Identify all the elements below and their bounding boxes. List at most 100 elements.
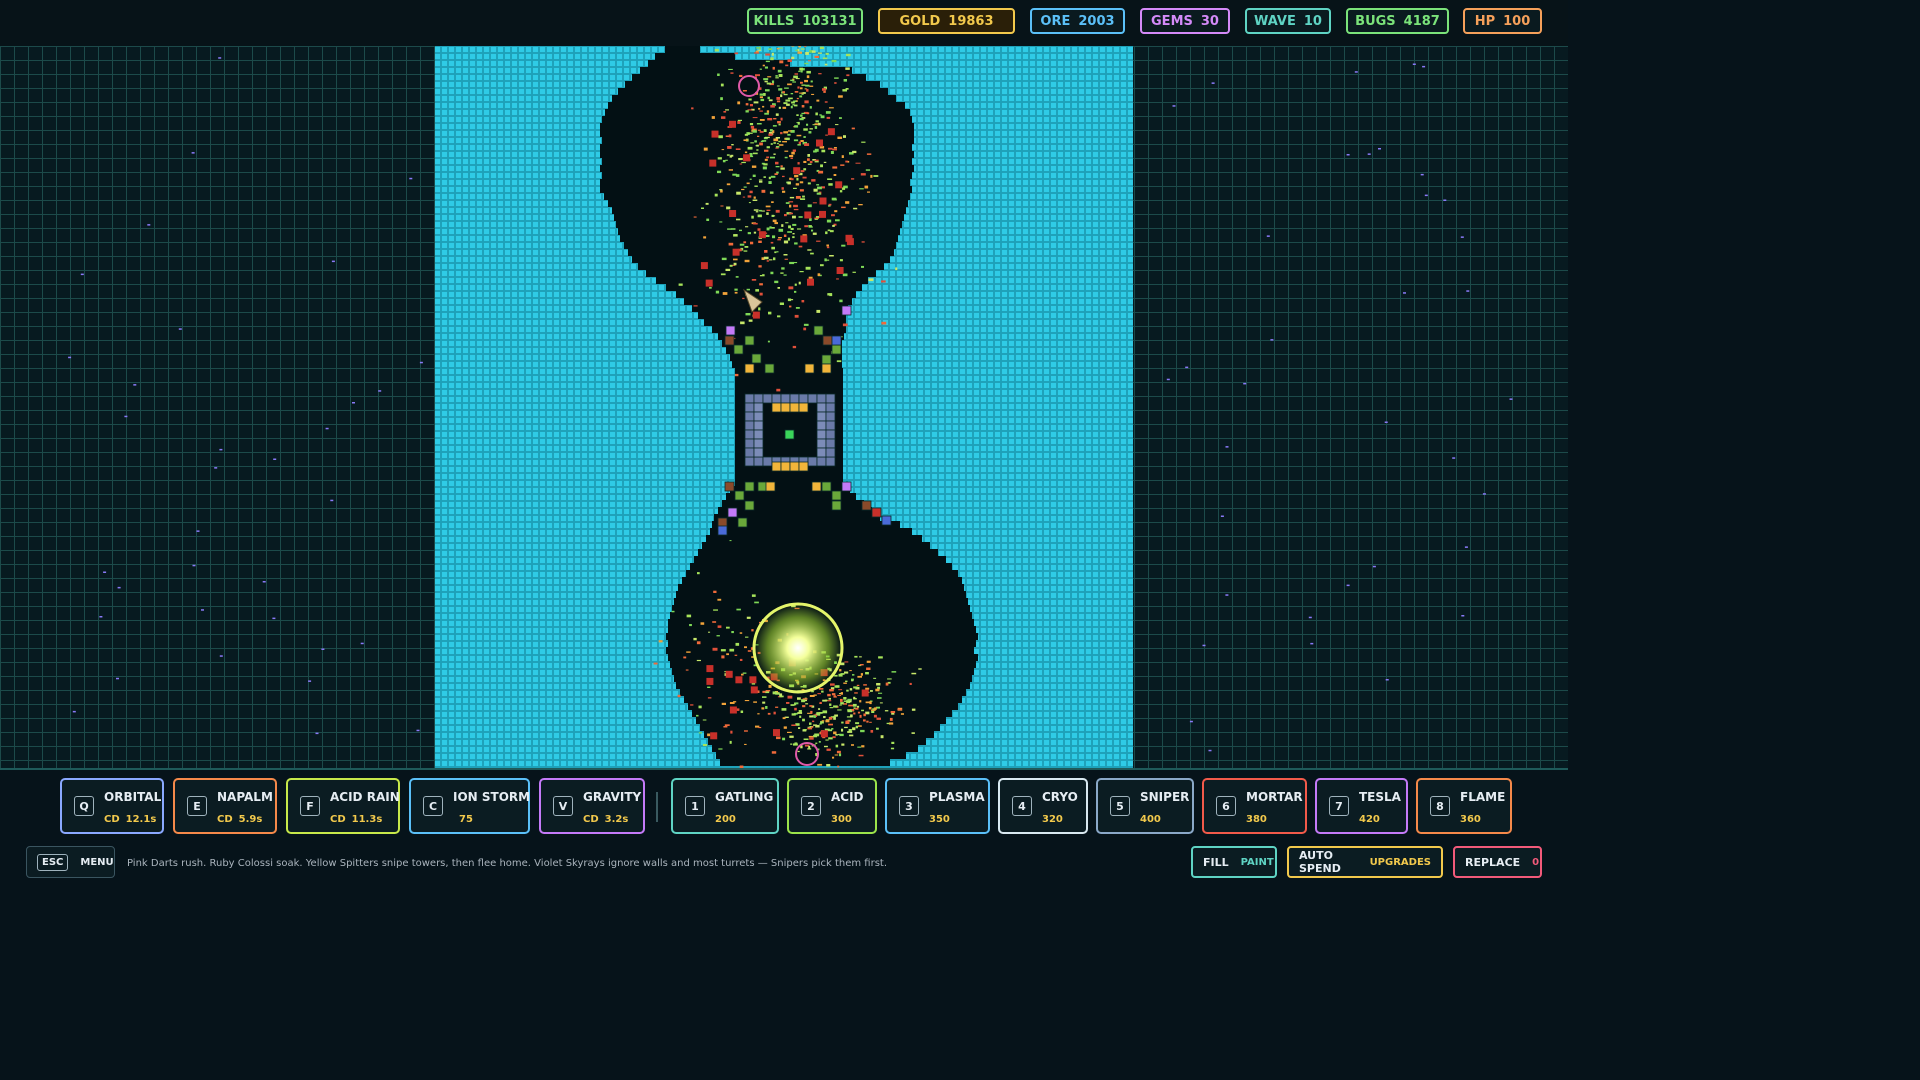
wall-block[interactable]: [753, 438, 764, 449]
turret[interactable]: [831, 490, 842, 501]
game-playfield[interactable]: [0, 46, 1568, 768]
wall-block[interactable]: [816, 402, 827, 413]
turret[interactable]: [821, 481, 832, 492]
gate-block[interactable]: [771, 461, 782, 472]
turret[interactable]: [861, 500, 872, 511]
wall-block[interactable]: [753, 402, 764, 413]
replace-toggle[interactable]: REPLACE 0: [1453, 846, 1542, 878]
gate-block[interactable]: [780, 402, 791, 413]
wall-block[interactable]: [825, 420, 836, 431]
ability-orbital[interactable]: Q ORBITAL CD 12.1s: [60, 778, 164, 834]
game-map[interactable]: [0, 46, 1568, 768]
wall-block[interactable]: [816, 420, 827, 431]
wall-block[interactable]: [753, 420, 764, 431]
turret[interactable]: [765, 481, 776, 492]
wall-block[interactable]: [825, 429, 836, 440]
turret[interactable]: [727, 507, 738, 518]
wall-block[interactable]: [816, 411, 827, 422]
wall-block[interactable]: [798, 393, 809, 404]
wall-block[interactable]: [825, 438, 836, 449]
turret[interactable]: [764, 363, 775, 374]
wall-block[interactable]: [816, 429, 827, 440]
wall-block[interactable]: [744, 393, 755, 404]
ability-ion-storm[interactable]: C ION STORM 75: [409, 778, 530, 834]
wall-block[interactable]: [744, 447, 755, 458]
gate-block[interactable]: [798, 461, 809, 472]
menu-button[interactable]: ESC MENU: [26, 846, 115, 878]
turret[interactable]: [804, 363, 815, 374]
turret[interactable]: [813, 325, 824, 336]
tower-tesla[interactable]: 7 TESLA 420: [1315, 778, 1408, 834]
turret[interactable]: [744, 363, 755, 374]
turret[interactable]: [881, 515, 892, 526]
turret[interactable]: [717, 525, 728, 536]
wall-block[interactable]: [753, 411, 764, 422]
ability-acid-rain[interactable]: F ACID RAIN CD 11.3s: [286, 778, 400, 834]
ability-napalm[interactable]: E NAPALM CD 5.9s: [173, 778, 277, 834]
turret[interactable]: [831, 335, 842, 346]
turret[interactable]: [841, 305, 852, 316]
turret[interactable]: [871, 507, 882, 518]
turret[interactable]: [733, 344, 744, 355]
turret[interactable]: [841, 481, 852, 492]
wall-block[interactable]: [825, 393, 836, 404]
wall-block[interactable]: [816, 393, 827, 404]
wall-block[interactable]: [807, 393, 818, 404]
turret[interactable]: [744, 500, 755, 511]
fill-mode-toggle[interactable]: FILL PAINT: [1191, 846, 1277, 878]
turret[interactable]: [724, 481, 735, 492]
wall-block[interactable]: [753, 429, 764, 440]
tower-gatling[interactable]: 1 GATLING 200: [671, 778, 779, 834]
wall-block[interactable]: [816, 438, 827, 449]
turret[interactable]: [821, 363, 832, 374]
wall-block[interactable]: [807, 456, 818, 467]
wall-block[interactable]: [825, 447, 836, 458]
turret[interactable]: [821, 354, 832, 365]
tower-plasma[interactable]: 3 PLASMA 350: [885, 778, 990, 834]
wall-block[interactable]: [744, 411, 755, 422]
tower-mortar[interactable]: 6 MORTAR 380: [1202, 778, 1307, 834]
wall-block[interactable]: [762, 393, 773, 404]
wall-block[interactable]: [744, 438, 755, 449]
wall-block[interactable]: [789, 393, 800, 404]
wall-block[interactable]: [825, 456, 836, 467]
tower-acid[interactable]: 2 ACID 300: [787, 778, 877, 834]
turret[interactable]: [831, 500, 842, 511]
tower-flame[interactable]: 8 FLAME 360: [1416, 778, 1512, 834]
turret[interactable]: [737, 517, 748, 528]
wall-block[interactable]: [753, 447, 764, 458]
turret[interactable]: [831, 344, 842, 355]
turret[interactable]: [744, 335, 755, 346]
wall-block[interactable]: [762, 456, 773, 467]
turret[interactable]: [751, 353, 762, 364]
tower-cryo[interactable]: 4 CRYO 320: [998, 778, 1088, 834]
turret[interactable]: [811, 481, 822, 492]
wall-block[interactable]: [744, 429, 755, 440]
turret[interactable]: [725, 325, 736, 336]
gate-block[interactable]: [798, 402, 809, 413]
core-crystal[interactable]: [784, 429, 795, 440]
wall-block[interactable]: [816, 447, 827, 458]
wall-block[interactable]: [744, 456, 755, 467]
gate-block[interactable]: [780, 461, 791, 472]
wall-block[interactable]: [753, 393, 764, 404]
wall-block[interactable]: [744, 402, 755, 413]
wall-block[interactable]: [780, 393, 791, 404]
turret[interactable]: [822, 335, 833, 346]
wall-block[interactable]: [825, 402, 836, 413]
wall-block[interactable]: [753, 456, 764, 467]
bug: [794, 91, 799, 93]
wall-block[interactable]: [744, 420, 755, 431]
tower-sniper[interactable]: 5 SNIPER 400: [1096, 778, 1194, 834]
wall-block[interactable]: [771, 393, 782, 404]
wall-block[interactable]: [825, 411, 836, 422]
turret[interactable]: [734, 490, 745, 501]
auto-spend-toggle[interactable]: AUTO SPEND UPGRADES: [1287, 846, 1443, 878]
turret[interactable]: [724, 335, 735, 346]
turret[interactable]: [744, 481, 755, 492]
wall-block[interactable]: [816, 456, 827, 467]
gate-block[interactable]: [789, 461, 800, 472]
gate-block[interactable]: [771, 402, 782, 413]
ability-gravity[interactable]: V GRAVITY CD 3.2s: [539, 778, 645, 834]
gate-block[interactable]: [789, 402, 800, 413]
